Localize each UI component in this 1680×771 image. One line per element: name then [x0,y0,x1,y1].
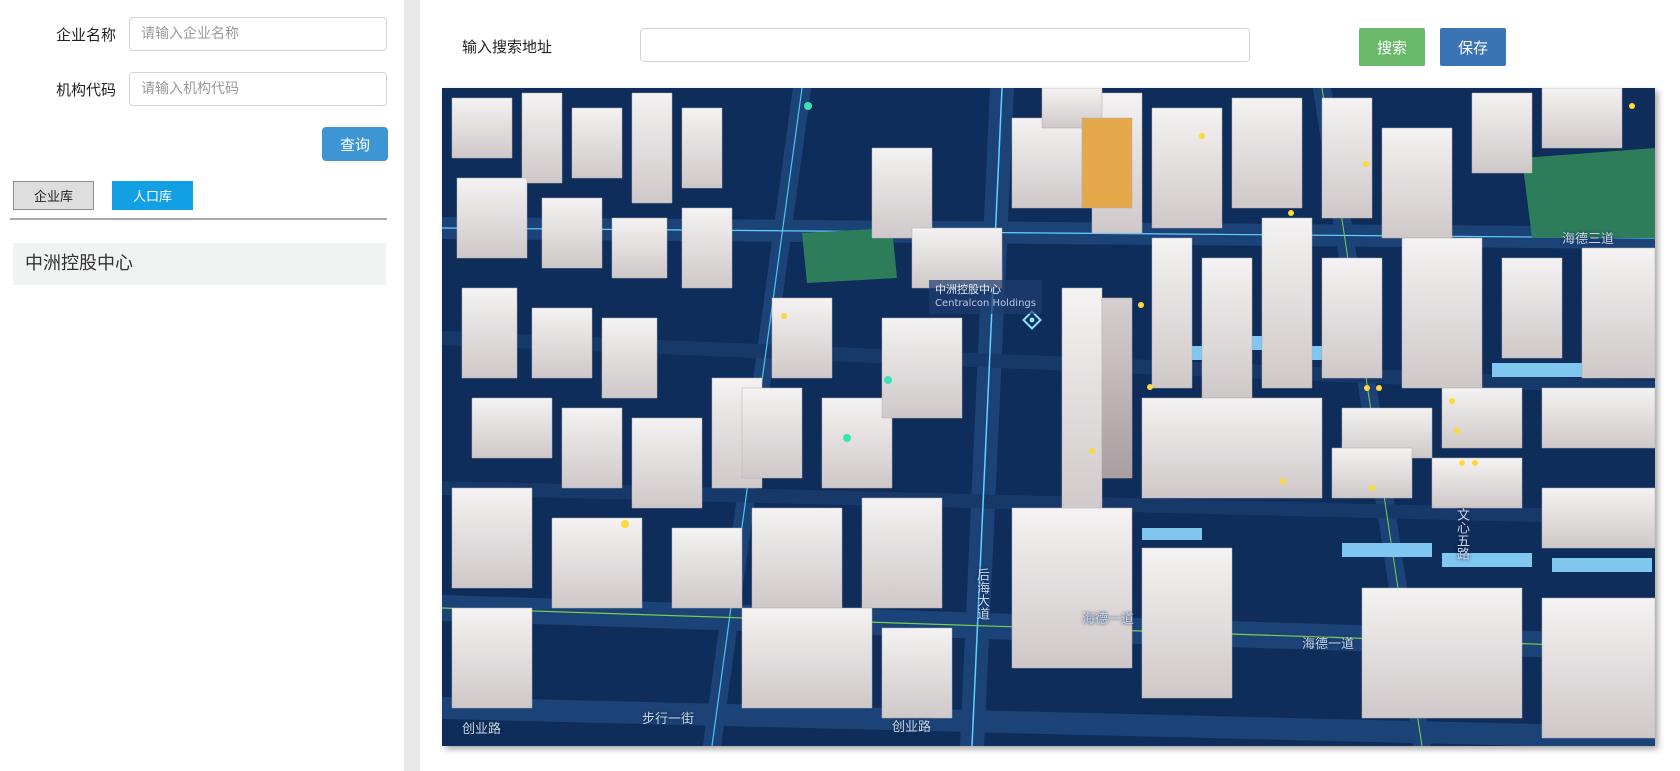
street-label: 海德一道 [1302,637,1355,652]
company-name-row: 企业名称 [0,17,404,53]
search-address-label: 输入搜索地址 [462,38,553,56]
park-area [1522,148,1655,238]
map-poi-label[interactable]: 中洲控股中心 Centralcon Holdings [929,280,1042,314]
query-button[interactable]: 查询 [322,127,388,161]
map-poi-name-cn: 中洲控股中心 [935,283,1001,296]
street-label: 海德一道 [1082,612,1135,627]
search-address-input[interactable] [640,28,1250,62]
save-button[interactable]: 保存 [1440,28,1506,66]
map-view[interactable]: 中洲控股中心 Centralcon Holdings 海德一道 海德一道 创业路… [442,88,1655,746]
org-code-input[interactable] [129,72,387,106]
tab-population-library[interactable]: 人口库 [112,181,193,210]
street-label: 海德三道 [1562,232,1615,247]
street-label: 步行一街 [642,712,695,727]
org-code-row: 机构代码 [0,72,404,108]
street-label: 后海大道 [974,568,989,620]
map-canvas[interactable] [442,88,1655,746]
company-name-input[interactable] [129,17,387,51]
company-name-label: 企业名称 [56,26,117,44]
search-button[interactable]: 搜索 [1359,28,1425,66]
result-item[interactable]: 中洲控股中心 [13,243,386,285]
left-panel: 企业名称 机构代码 查询 企业库 人口库 中洲控股中心 [0,0,404,771]
org-code-label: 机构代码 [56,81,117,99]
street-label: 创业路 [462,722,502,737]
street-label: 创业路 [892,720,932,735]
tab-enterprise-library[interactable]: 企业库 [13,181,94,210]
tab-divider [10,218,387,220]
map-poi-name-en: Centralcon Holdings [935,298,1036,309]
right-panel: 输入搜索地址 搜索 保存 中洲控股中心 Centralcon Holdings … [420,0,1680,771]
street-label: 文心五路 [1454,508,1469,560]
